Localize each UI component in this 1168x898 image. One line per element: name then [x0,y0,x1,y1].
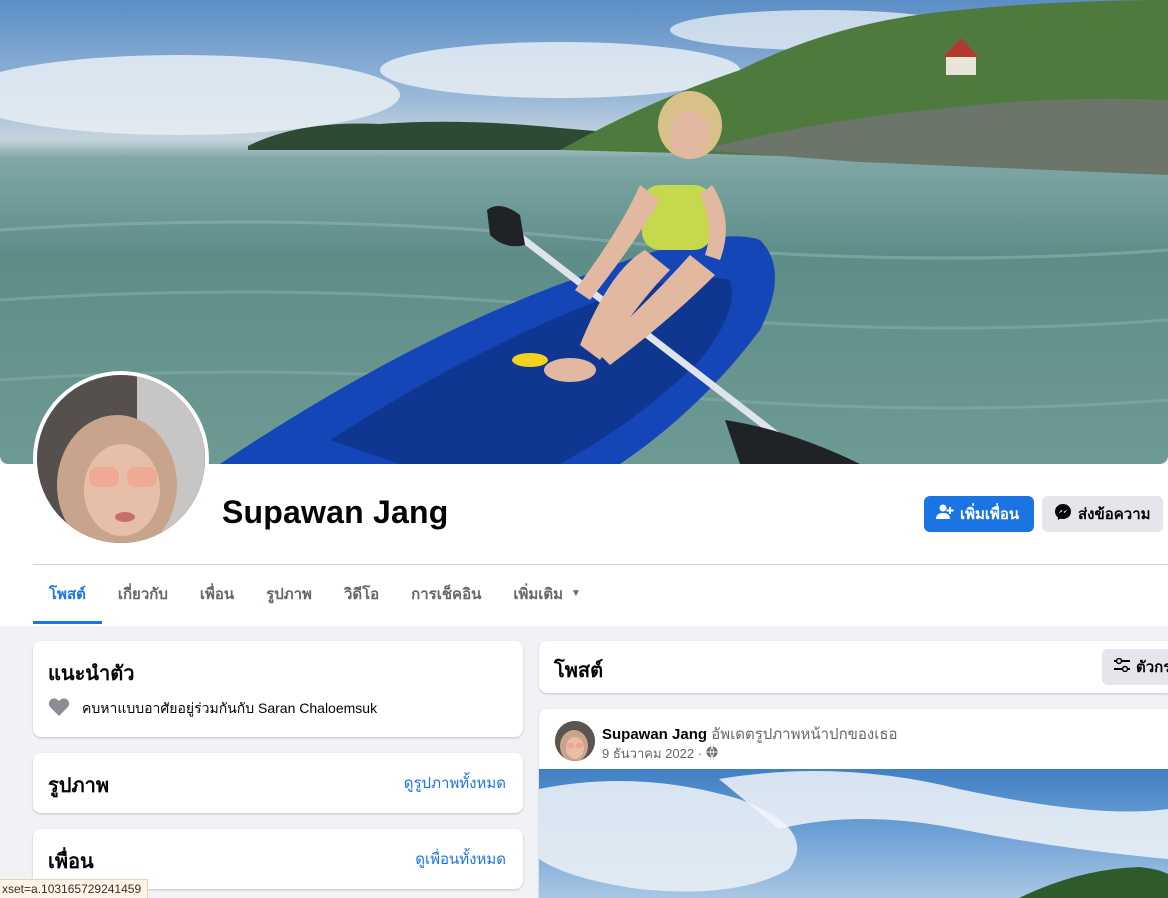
post-image[interactable] [539,769,1168,898]
post-author-avatar[interactable] [555,721,595,761]
tab-photos[interactable]: รูปภาพ [250,566,328,624]
tab-label: เพื่อน [199,585,235,603]
tab-label: การเช็คอิน [411,585,482,603]
heart-icon [48,697,70,720]
post-image-illustration [539,771,1168,898]
filter-label: ตัวกร [1136,659,1168,676]
tab-checkins[interactable]: การเช็คอิน [395,566,497,624]
tab-label: เพิ่มเติม [513,585,564,603]
friends-title: เพื่อน [48,851,94,873]
tab-label: โพสต์ [49,585,86,603]
message-label: ส่งข้อความ [1078,506,1151,523]
post-card: Supawan Jang อัพเดตรูปภาพหน้าปกของเธอ 9 … [539,709,1168,898]
tab-posts[interactable]: โพสต์ [33,566,102,624]
tab-label: วิดีโอ [343,585,380,603]
profile-tabs: โพสต์ เกี่ยวกับ เพื่อน รูปภาพ วิดีโอ การ… [33,566,597,626]
message-button[interactable]: ส่งข้อความ [1042,496,1163,532]
profile-name: Supawan Jang [222,494,449,530]
messenger-icon [1054,503,1072,525]
add-friend-icon [936,504,954,524]
photos-title: รูปภาพ [48,775,110,797]
header-divider [33,564,1168,565]
caret-down-icon: ▼ [571,588,581,599]
photos-card: รูปภาพ ดูรูปภาพทั้งหมด [33,753,523,813]
see-all-photos-link[interactable]: ดูรูปภาพทั้งหมด [404,771,506,795]
tab-more[interactable]: เพิ่มเติม ▼ [497,566,597,624]
status-url: xset=a.103165729241459 [2,882,142,896]
tab-friends[interactable]: เพื่อน [184,566,250,624]
tab-videos[interactable]: วิดีโอ [328,566,395,624]
see-all-friends-link[interactable]: ดูเพื่อนทั้งหมด [415,847,506,871]
intro-title: แนะนำตัว [48,663,135,685]
post-meta: 9 ธันวาคม 2022 · [602,743,718,764]
relationship-text: คบหาแบบอาศัยอยู่ร่วมกันกับ Saran Chaloem… [82,699,378,716]
tab-label: เกี่ยวกับ [117,585,168,603]
url-status-bar: xset=a.103165729241459 [0,879,149,898]
relationship-row: คบหาแบบอาศัยอยู่ร่วมกันกับ Saran Chaloem… [48,697,377,720]
add-friend-label: เพิ่มเพื่อน [960,506,1020,523]
add-friend-button[interactable]: เพิ่มเพื่อน [924,496,1034,532]
post-action: อัพเดตรูปภาพหน้าปกของเธอ [711,726,898,743]
posts-title: โพสต์ [554,660,604,682]
tab-label: รูปภาพ [266,585,312,603]
filter-icon [1114,657,1130,676]
profile-header: Supawan Jang เพิ่มเพื่อน ส่งข้อความ โพสต… [0,0,1168,626]
avatar [37,375,205,543]
posts-header-card: โพสต์ [539,641,1168,693]
post-author-name[interactable]: Supawan Jang [602,726,707,743]
intro-card: แนะนำตัว คบหาแบบอาศัยอยู่ร่วมกันกับ Sara… [33,641,523,737]
avatar-illustration [37,375,205,543]
post-date[interactable]: 9 ธันวาคม 2022 · [602,743,702,764]
profile-avatar[interactable] [33,371,209,547]
tab-about[interactable]: เกี่ยวกับ [102,566,184,624]
filter-button[interactable]: ตัวกร [1102,649,1168,685]
globe-icon [706,746,718,761]
